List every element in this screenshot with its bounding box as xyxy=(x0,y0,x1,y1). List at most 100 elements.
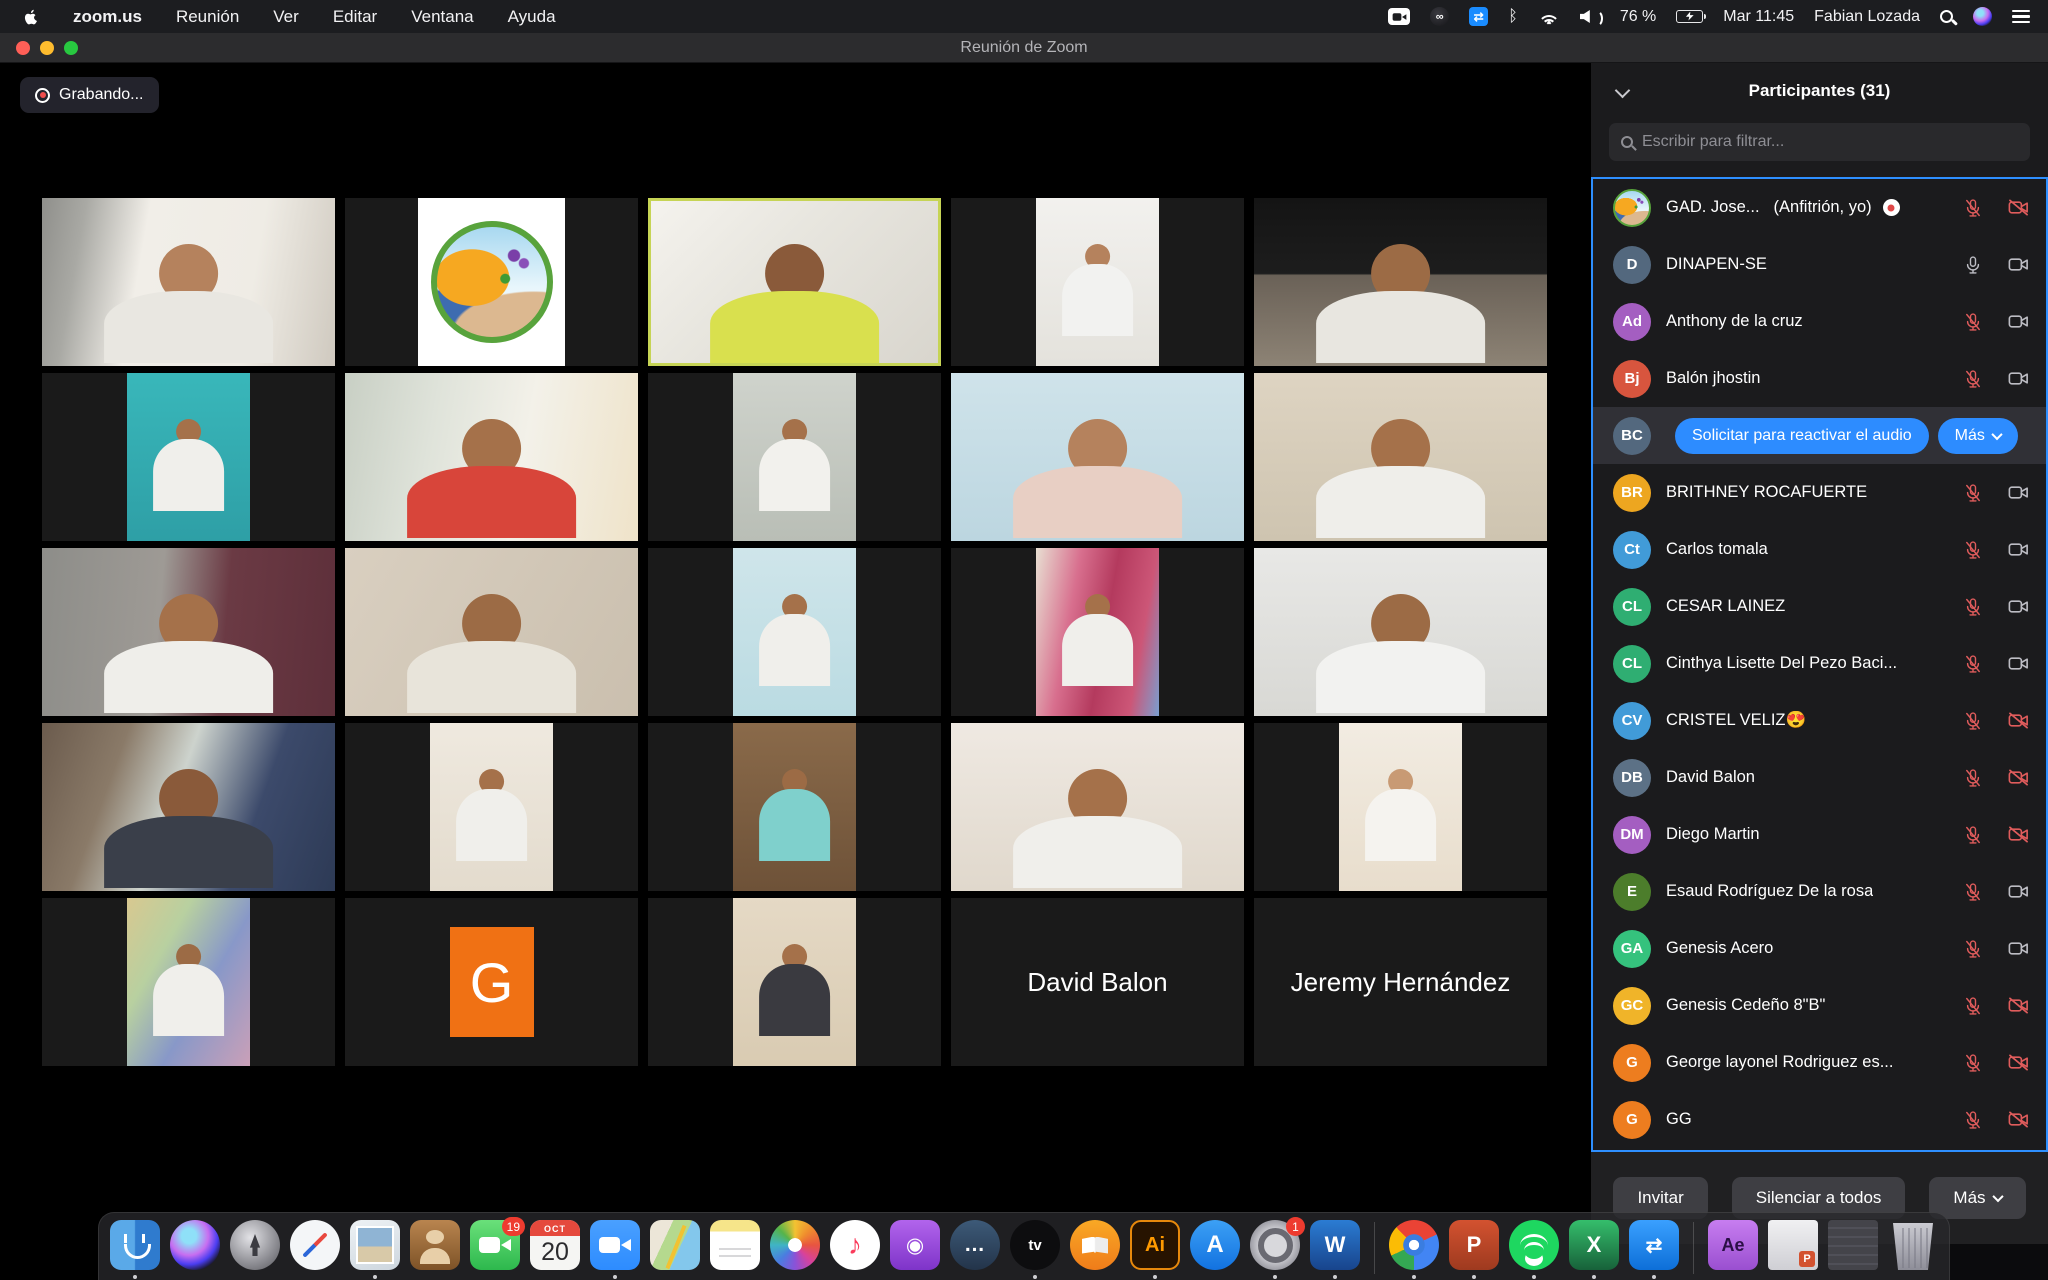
video-tile-2[interactable] xyxy=(345,198,638,366)
dock-item-powerpoint[interactable]: P xyxy=(1448,1220,1500,1280)
dock-item-facetime[interactable]: 19 xyxy=(469,1220,521,1280)
dock-item-siri-app[interactable] xyxy=(169,1220,221,1280)
camera-status-icon[interactable] xyxy=(1388,8,1410,25)
row-more-button[interactable]: Más xyxy=(1938,418,2018,454)
request-unmute-button[interactable]: Solicitar para reactivar el audio xyxy=(1675,418,1929,454)
dock-item-chrome[interactable] xyxy=(1388,1220,1440,1280)
video-tile-17[interactable] xyxy=(345,723,638,891)
video-tile-12[interactable] xyxy=(345,548,638,716)
video-tile-13[interactable] xyxy=(648,548,941,716)
wifi-icon[interactable] xyxy=(1538,9,1560,25)
video-tile-8[interactable] xyxy=(648,373,941,541)
dock-item-word[interactable]: W xyxy=(1309,1220,1361,1280)
menu-reunion[interactable]: Reunión xyxy=(176,7,239,27)
apple-menu-icon[interactable] xyxy=(22,8,39,25)
participant-row[interactable]: BRBRITHNEY ROCAFUERTE xyxy=(1593,464,2046,521)
menu-editar[interactable]: Editar xyxy=(333,7,377,27)
dock-item-messages[interactable]: … xyxy=(949,1220,1001,1280)
notification-center-icon[interactable] xyxy=(2012,10,2030,24)
participant-row[interactable]: DBDavid Balon xyxy=(1593,749,2046,806)
spotlight-icon[interactable] xyxy=(1940,10,1953,23)
excel-icon: X xyxy=(1569,1220,1619,1270)
video-tile-7[interactable] xyxy=(345,373,638,541)
dock-item-launchpad[interactable] xyxy=(229,1220,281,1280)
video-tile-23[interactable] xyxy=(648,898,941,1066)
video-tile-19[interactable] xyxy=(951,723,1244,891)
teamviewer-status-icon[interactable]: ⇄ xyxy=(1469,7,1488,26)
dock-item-min-window-ppt[interactable] xyxy=(1767,1220,1819,1280)
battery-charging-icon[interactable] xyxy=(1676,10,1703,23)
dock-item-notes[interactable] xyxy=(709,1220,761,1280)
video-tile-14[interactable] xyxy=(951,548,1244,716)
person-torso xyxy=(759,964,830,1036)
creative-cloud-icon[interactable]: ∞ xyxy=(1430,7,1449,26)
dock-item-calendar[interactable]: OCT20 xyxy=(529,1220,581,1280)
video-tile-10[interactable] xyxy=(1254,373,1547,541)
footer-more-button[interactable]: Más xyxy=(1929,1177,2025,1219)
video-tile-5[interactable] xyxy=(1254,198,1547,366)
dock-item-maps[interactable] xyxy=(649,1220,701,1280)
participant-row[interactable]: BCSolicitar para reactivar el audioMás xyxy=(1593,407,2046,464)
dock-item-photos[interactable] xyxy=(769,1220,821,1280)
video-tile-1[interactable] xyxy=(42,198,335,366)
video-tile-3[interactable] xyxy=(648,198,941,366)
dock-item-zoom-app[interactable] xyxy=(589,1220,641,1280)
dock-item-appstore[interactable]: A xyxy=(1189,1220,1241,1280)
menu-ventana[interactable]: Ventana xyxy=(411,7,473,27)
video-tile-20[interactable] xyxy=(1254,723,1547,891)
dock-item-finder[interactable] xyxy=(109,1220,161,1280)
video-tile-24[interactable]: David Balon xyxy=(951,898,1244,1066)
participant-row[interactable]: CLCinthya Lisette Del Pezo Baci... xyxy=(1593,635,2046,692)
menubar-clock[interactable]: Mar 11:45 xyxy=(1723,8,1794,26)
volume-icon[interactable] xyxy=(1580,9,1600,24)
participant-row[interactable]: GGG xyxy=(1593,1091,2046,1148)
video-tile-18[interactable] xyxy=(648,723,941,891)
participant-row[interactable]: GAGenesis Acero xyxy=(1593,920,2046,977)
bluetooth-icon[interactable]: ᛒ xyxy=(1508,8,1518,26)
dock-item-sysprefs[interactable]: 1 xyxy=(1249,1220,1301,1280)
participant-row[interactable]: DDINAPEN-SE xyxy=(1593,236,2046,293)
video-tile-21[interactable] xyxy=(42,898,335,1066)
siri-icon[interactable] xyxy=(1973,7,1992,26)
dock-item-appletv[interactable]: tv xyxy=(1009,1220,1061,1280)
participants-search[interactable] xyxy=(1609,123,2030,161)
participant-row[interactable]: BjBalón jhostin xyxy=(1593,350,2046,407)
dock-item-ae-folder[interactable]: Ae xyxy=(1707,1220,1759,1280)
participant-row[interactable]: GAD. Jose...(Anfitrión, yo) xyxy=(1593,179,2046,236)
dock-item-contacts[interactable] xyxy=(409,1220,461,1280)
video-tile-4[interactable] xyxy=(951,198,1244,366)
participant-row[interactable]: GGeorge layonel Rodriguez es... xyxy=(1593,1034,2046,1091)
dock-item-podcasts[interactable]: ◉ xyxy=(889,1220,941,1280)
video-tile-25[interactable]: Jeremy Hernández xyxy=(1254,898,1547,1066)
video-tile-11[interactable] xyxy=(42,548,335,716)
menu-ayuda[interactable]: Ayuda xyxy=(508,7,556,27)
dock-item-spotify[interactable] xyxy=(1508,1220,1560,1280)
menubar-username[interactable]: Fabian Lozada xyxy=(1814,8,1920,26)
video-tile-16[interactable] xyxy=(42,723,335,891)
participant-row[interactable]: CLCESAR LAINEZ xyxy=(1593,578,2046,635)
dock-item-mail[interactable] xyxy=(349,1220,401,1280)
participant-row[interactable]: CtCarlos tomala xyxy=(1593,521,2046,578)
recording-badge[interactable]: Grabando... xyxy=(20,77,159,113)
dock-item-excel[interactable]: X xyxy=(1568,1220,1620,1280)
participant-row[interactable]: GCGenesis Cedeño 8"B" xyxy=(1593,977,2046,1034)
dock-item-trash[interactable] xyxy=(1887,1220,1939,1280)
participant-row[interactable]: DMDiego Martin xyxy=(1593,806,2046,863)
participant-row[interactable]: AdAnthony de la cruz xyxy=(1593,293,2046,350)
dock-item-safari[interactable] xyxy=(289,1220,341,1280)
dock-item-music[interactable]: ♪ xyxy=(829,1220,881,1280)
menu-ver[interactable]: Ver xyxy=(273,7,299,27)
dock-item-illustrator[interactable]: Ai xyxy=(1129,1220,1181,1280)
video-tile-22[interactable]: G xyxy=(345,898,638,1066)
search-input[interactable] xyxy=(1642,133,2018,151)
dock-item-min-window-doc[interactable] xyxy=(1827,1220,1879,1280)
participant-row[interactable]: CVCRISTEL VELIZ😍 xyxy=(1593,692,2046,749)
participant-row[interactable]: EEsaud Rodríguez De la rosa xyxy=(1593,863,2046,920)
video-tile-6[interactable] xyxy=(42,373,335,541)
collapse-panel-icon[interactable] xyxy=(1615,83,1631,99)
menu-zoomus[interactable]: zoom.us xyxy=(73,7,142,27)
dock-item-teamviewer-app[interactable]: ⇄ xyxy=(1628,1220,1680,1280)
dock-item-books[interactable] xyxy=(1069,1220,1121,1280)
video-tile-9[interactable] xyxy=(951,373,1244,541)
video-tile-15[interactable] xyxy=(1254,548,1547,716)
